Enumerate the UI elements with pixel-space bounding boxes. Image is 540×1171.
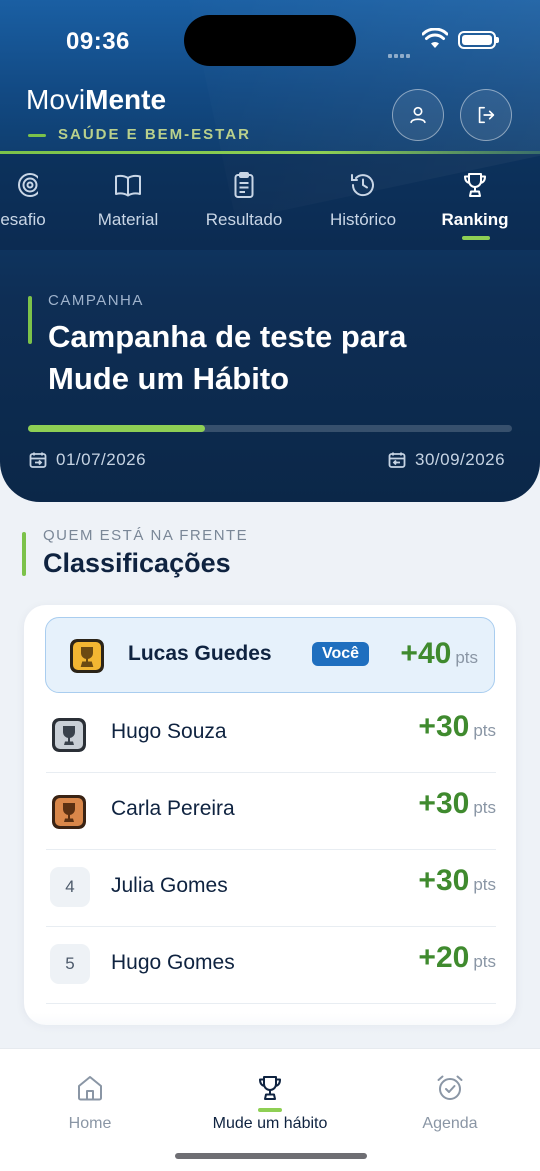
active-tab-indicator — [462, 236, 490, 240]
ranking-row-me[interactable]: Lucas Guedes Você +40 pts — [45, 617, 495, 693]
bronze-medal-icon — [52, 795, 86, 829]
calendar-start-icon — [29, 452, 47, 468]
gold-medal-icon — [70, 639, 104, 673]
campaign-label: CAMPANHA — [48, 292, 144, 309]
active-nav-indicator — [258, 1108, 282, 1112]
campaign-title: Campanha de teste para Mude um Hábito — [48, 319, 407, 396]
tab-resultado[interactable]: Resultado — [198, 170, 290, 230]
player-points: +20 pts — [418, 941, 496, 974]
tab-historico[interactable]: Histórico — [322, 170, 404, 230]
you-badge: Você — [312, 642, 370, 666]
player-name: Carla Pereira — [111, 797, 235, 820]
clipboard-icon — [234, 172, 254, 198]
rank-number: 5 — [50, 944, 90, 984]
nav-mude-um-habito[interactable]: Mude um hábito — [196, 1073, 344, 1133]
home-indicator — [175, 1153, 367, 1159]
logout-icon — [478, 106, 495, 124]
header-hero: 09:36 MoviMente SAÚDE E BEM-ESTAR esafio — [0, 0, 540, 502]
status-time: 09:36 — [66, 28, 130, 55]
calendar-end-icon — [388, 452, 406, 468]
ranking-row[interactable]: Hugo Souza +30 pts — [46, 696, 496, 773]
list-fade — [0, 1013, 540, 1049]
nav-home[interactable]: Home — [50, 1073, 130, 1133]
user-icon — [410, 106, 426, 124]
tab-ranking[interactable]: Ranking — [438, 170, 512, 230]
book-icon — [115, 174, 141, 197]
tab-desafio[interactable]: esafio — [0, 170, 56, 230]
player-name: Julia Gomes — [111, 874, 228, 897]
battery-icon — [458, 31, 499, 49]
campaign-accent — [28, 296, 32, 344]
section-kicker: QUEM ESTÁ NA FRENTE — [43, 527, 249, 544]
ranking-card: Lucas Guedes Você +40 pts Hugo Souza +30 p… — [24, 605, 516, 1025]
section-title: Classificações — [43, 548, 231, 578]
player-name: Lucas Guedes — [128, 642, 272, 665]
history-icon — [351, 174, 374, 197]
app-tagline: SAÚDE E BEM-ESTAR — [28, 126, 251, 143]
home-icon — [78, 1076, 102, 1101]
nav-agenda[interactable]: Agenda — [410, 1073, 490, 1133]
wifi-icon — [422, 28, 448, 48]
campaign-end-date: 30/09/2026 — [387, 450, 505, 470]
ranking-row[interactable]: 5 Hugo Gomes +20 pts — [46, 927, 496, 1004]
dynamic-island — [184, 15, 356, 66]
alarm-clock-icon — [437, 1075, 463, 1100]
logout-button[interactable] — [460, 89, 512, 141]
trophy-icon — [464, 173, 486, 197]
trophy-icon — [259, 1076, 281, 1100]
app-logo: MoviMente — [26, 84, 167, 115]
player-name: Hugo Gomes — [111, 951, 235, 974]
tab-material[interactable]: Material — [88, 170, 168, 230]
campaign-progress-fill — [28, 425, 205, 432]
player-points: +30 pts — [418, 787, 496, 820]
profile-button[interactable] — [392, 89, 444, 141]
ranking-row[interactable]: 4 Julia Gomes +30 pts — [46, 850, 496, 927]
signal-icon — [388, 40, 414, 58]
campaign-start-date: 01/07/2026 — [28, 450, 146, 470]
rank-number: 4 — [50, 867, 90, 907]
campaign-progress — [28, 425, 512, 432]
status-bar: 09:36 — [0, 0, 540, 80]
silver-medal-icon — [52, 718, 86, 752]
section-tabs: esafio Material Resultado Histórico Rank… — [0, 154, 540, 250]
player-points: +30 pts — [418, 710, 496, 743]
player-points: +30 pts — [418, 864, 496, 897]
player-points: +40 pts — [400, 637, 478, 670]
ranking-row[interactable]: Carla Pereira +30 pts — [46, 773, 496, 850]
player-name: Hugo Souza — [111, 720, 227, 743]
target-icon — [18, 173, 38, 197]
section-accent — [22, 532, 26, 576]
